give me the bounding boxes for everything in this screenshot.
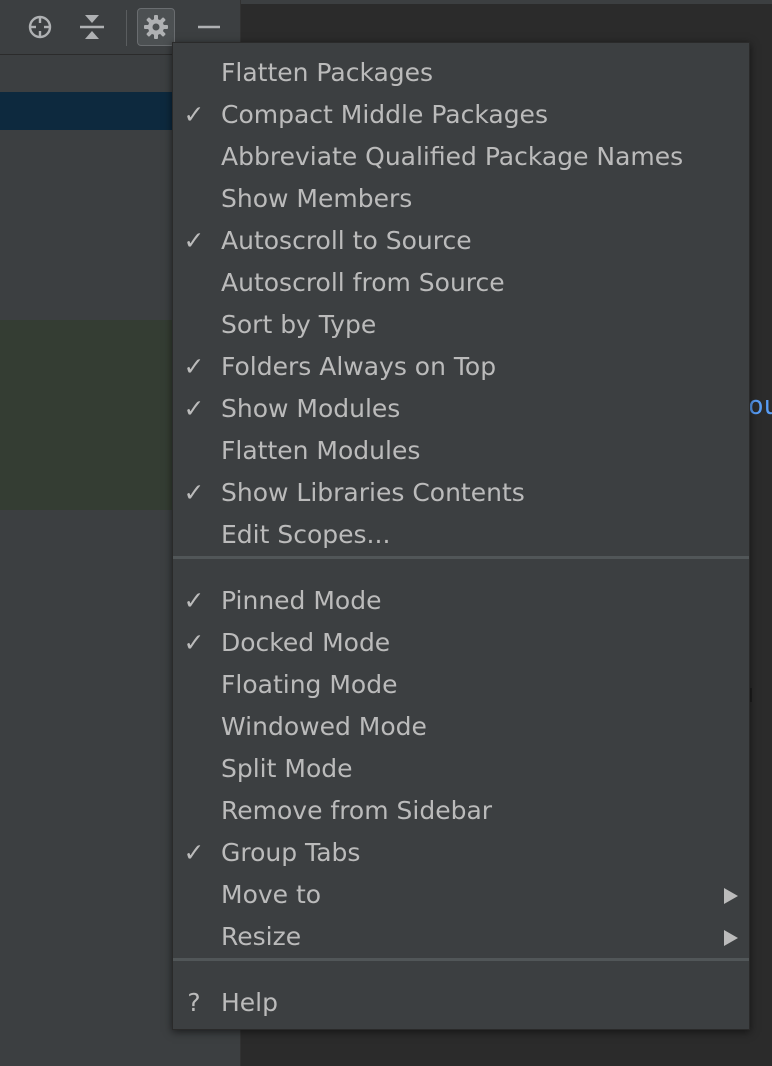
menu-item-remove-from-sidebar[interactable]: Remove from Sidebar: [173, 790, 749, 832]
menu-item-show-libraries-contents[interactable]: ✓ Show Libraries Contents: [173, 472, 749, 514]
editor-tab-strip: [241, 0, 772, 4]
menu-item-label: Show Members: [221, 184, 413, 213]
menu-item-split-mode[interactable]: Split Mode: [173, 748, 749, 790]
menu-separator: [173, 958, 749, 961]
editor-code-fragment: ou: [748, 391, 772, 421]
collapse-all-icon: [78, 12, 106, 42]
menu-item-move-to[interactable]: Move to: [173, 874, 749, 916]
checkmark-icon: ✓: [183, 100, 205, 129]
menu-item-flatten-modules[interactable]: Flatten Modules: [173, 430, 749, 472]
editor-gutter-mark: [750, 688, 752, 702]
menu-item-label: Pinned Mode: [221, 586, 382, 615]
hide-button[interactable]: [190, 8, 228, 46]
locate-button[interactable]: [21, 8, 59, 46]
submenu-arrow-icon: [724, 930, 738, 946]
menu-item-label: Windowed Mode: [221, 712, 427, 741]
menu-item-label: Flatten Packages: [221, 58, 434, 87]
checkmark-icon: ✓: [183, 838, 205, 867]
menu-item-windowed-mode[interactable]: Windowed Mode: [173, 706, 749, 748]
menu-item-label: Flatten Modules: [221, 436, 421, 465]
menu-item-group-tabs[interactable]: ✓ Group Tabs: [173, 832, 749, 874]
menu-item-autoscroll-from-source[interactable]: Autoscroll from Source: [173, 262, 749, 304]
menu-item-show-modules[interactable]: ✓ Show Modules: [173, 388, 749, 430]
menu-item-label: Resize: [221, 922, 302, 951]
menu-item-floating-mode[interactable]: Floating Mode: [173, 664, 749, 706]
menu-item-help[interactable]: ? Help: [173, 982, 749, 1024]
checkmark-icon: ✓: [183, 628, 205, 657]
menu-item-pinned-mode[interactable]: ✓ Pinned Mode: [173, 580, 749, 622]
menu-item-label: Edit Scopes...: [221, 520, 391, 549]
menu-item-label: Split Mode: [221, 754, 353, 783]
gear-icon: [143, 14, 169, 40]
menu-separator: [173, 556, 749, 559]
menu-item-label: Remove from Sidebar: [221, 796, 493, 825]
menu-item-show-members[interactable]: Show Members: [173, 178, 749, 220]
toolbar-separator: [126, 10, 127, 46]
menu-item-label: Folders Always on Top: [221, 352, 497, 381]
menu-item-flatten-packages[interactable]: Flatten Packages: [173, 52, 749, 94]
menu-item-label: Floating Mode: [221, 670, 398, 699]
menu-item-compact-middle-packages[interactable]: ✓ Compact Middle Packages: [173, 94, 749, 136]
settings-button[interactable]: [137, 8, 175, 46]
collapse-all-button[interactable]: [73, 8, 111, 46]
menu-item-folders-always-on-top[interactable]: ✓ Folders Always on Top: [173, 346, 749, 388]
checkmark-icon: ✓: [183, 478, 205, 507]
gear-options-menu: Flatten Packages ✓ Compact Middle Packages…: [172, 42, 750, 1030]
menu-item-sort-by-type[interactable]: Sort by Type: [173, 304, 749, 346]
menu-item-abbreviate-qualified-package-names[interactable]: Abbreviate Qualified Package Names: [173, 136, 749, 178]
minimize-icon: [196, 14, 222, 40]
ide-window: ou Flatten Packages ✓ Compact Middle Packa…: [0, 0, 772, 1066]
menu-item-resize[interactable]: Resize: [173, 916, 749, 958]
menu-item-label: Show Modules: [221, 394, 401, 423]
menu-item-label: Abbreviate Qualified Package Names: [221, 142, 684, 171]
menu-item-label: Autoscroll to Source: [221, 226, 472, 255]
menu-item-label: Autoscroll from Source: [221, 268, 505, 297]
menu-item-label: Help: [221, 988, 278, 1017]
checkmark-icon: ✓: [183, 352, 205, 381]
menu-item-label: Group Tabs: [221, 838, 361, 867]
menu-item-label: Show Libraries Contents: [221, 478, 525, 507]
menu-item-autoscroll-to-source[interactable]: ✓ Autoscroll to Source: [173, 220, 749, 262]
menu-item-edit-scopes[interactable]: Edit Scopes...: [173, 514, 749, 556]
menu-item-label: Sort by Type: [221, 310, 377, 339]
checkmark-icon: ✓: [183, 394, 205, 423]
checkmark-icon: ✓: [183, 226, 205, 255]
submenu-arrow-icon: [724, 888, 738, 904]
menu-item-docked-mode[interactable]: ✓ Docked Mode: [173, 622, 749, 664]
checkmark-icon: ✓: [183, 586, 205, 615]
help-icon: ?: [187, 988, 201, 1017]
menu-item-label: Compact Middle Packages: [221, 100, 548, 129]
menu-item-label: Docked Mode: [221, 628, 391, 657]
menu-item-label: Move to: [221, 880, 322, 909]
locate-icon: [26, 13, 54, 41]
